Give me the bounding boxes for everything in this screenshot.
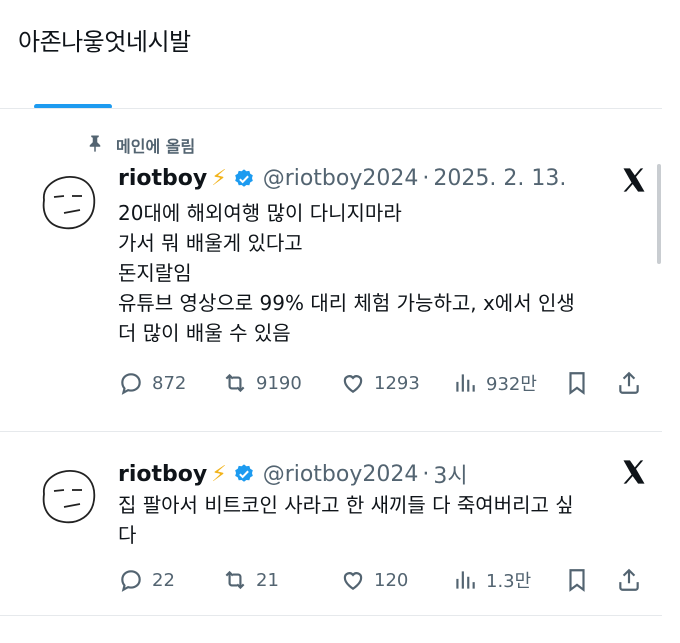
tweet-line: 다 bbox=[118, 523, 137, 547]
verified-badge-icon bbox=[234, 464, 253, 482]
views-button[interactable]: 932만 bbox=[452, 370, 564, 396]
like-count: 1293 bbox=[374, 372, 420, 394]
tweet-line: 더 많이 배울 수 있음 bbox=[118, 321, 291, 345]
share-button[interactable] bbox=[616, 370, 642, 396]
share-icon bbox=[619, 371, 639, 394]
reply-count: 872 bbox=[152, 372, 187, 394]
author-name[interactable]: riotboy bbox=[118, 462, 207, 487]
bookmark-icon bbox=[569, 372, 585, 395]
pin-icon bbox=[86, 134, 104, 156]
reply-count: 22 bbox=[152, 569, 175, 591]
author-name[interactable]: riotboy bbox=[118, 166, 207, 191]
avatar[interactable] bbox=[34, 464, 100, 530]
tweet-actions: 872 9190 1293 932만 bbox=[118, 370, 648, 396]
pinned-label: 메인에 올림 bbox=[86, 133, 195, 157]
retweet-icon bbox=[225, 373, 245, 393]
tweet-date[interactable]: 2025. 2. 13. bbox=[433, 166, 566, 191]
reply-icon bbox=[121, 373, 141, 395]
separator-dot: · bbox=[422, 166, 430, 191]
tab-divider bbox=[0, 108, 662, 109]
reply-icon bbox=[121, 570, 141, 592]
like-button[interactable]: 120 bbox=[340, 567, 452, 593]
tweet-divider bbox=[0, 431, 662, 432]
verified-badge-icon bbox=[234, 168, 253, 187]
like-count: 120 bbox=[374, 569, 409, 591]
reply-button[interactable]: 872 bbox=[118, 370, 222, 396]
bookmark-icon bbox=[569, 569, 585, 592]
tweet-text: 집 팔아서 비트코인 사라고 한 새끼들 다 죽여버리고 싶 다 bbox=[118, 490, 648, 550]
views-count: 932만 bbox=[486, 374, 537, 395]
lightning-emoji: ⚡ bbox=[211, 166, 227, 191]
lightning-emoji: ⚡ bbox=[211, 461, 227, 487]
author-handle[interactable]: @riotboy2024 bbox=[263, 462, 419, 487]
retweet-icon bbox=[225, 570, 245, 590]
share-icon bbox=[619, 568, 639, 591]
heart-icon bbox=[343, 375, 363, 393]
bookmark-button[interactable] bbox=[564, 567, 616, 593]
pinned-text: 메인에 올림 bbox=[116, 137, 196, 156]
page-title: 아존나웋엇네시발 bbox=[18, 28, 191, 56]
scrollbar[interactable] bbox=[657, 164, 661, 264]
retweet-count: 9190 bbox=[256, 372, 302, 394]
views-button[interactable]: 1.3만 bbox=[452, 567, 564, 593]
retweet-button[interactable]: 9190 bbox=[222, 370, 340, 396]
tweet-line: 20대에 해외여행 많이 다니지마라 bbox=[118, 201, 402, 225]
views-chart-icon bbox=[456, 571, 475, 589]
x-logo-icon bbox=[620, 458, 648, 486]
avatar[interactable] bbox=[34, 170, 100, 236]
tweet-text: 20대에 해외여행 많이 다니지마라 가서 뭐 배울게 있다고 돈지랄임 유튜브… bbox=[118, 198, 648, 348]
views-count: 1.3만 bbox=[486, 571, 532, 592]
like-button[interactable]: 1293 bbox=[340, 370, 452, 396]
views-chart-icon bbox=[456, 374, 475, 392]
heart-icon bbox=[343, 572, 363, 590]
tweet-actions: 22 21 120 1.3만 bbox=[118, 567, 648, 593]
tweet-line: 집 팔아서 비트코인 사라고 한 새끼들 다 죽여버리고 싶 bbox=[118, 493, 574, 517]
separator-dot: · bbox=[422, 461, 430, 487]
tweet-line: 가서 뭐 배울게 있다고 bbox=[118, 231, 303, 255]
tweet-line: 유튜브 영상으로 99% 대리 체험 가능하고, x에서 인생 bbox=[118, 291, 575, 315]
reply-button[interactable]: 22 bbox=[118, 567, 222, 593]
bookmark-button[interactable] bbox=[564, 370, 616, 396]
author-handle[interactable]: @riotboy2024 bbox=[263, 166, 419, 191]
x-logo-icon bbox=[620, 166, 648, 194]
tweet-date[interactable]: 3시 bbox=[433, 458, 467, 490]
share-button[interactable] bbox=[616, 567, 642, 593]
tweet-line: 돈지랄임 bbox=[118, 261, 192, 285]
tweet-divider bbox=[0, 615, 662, 616]
retweet-count: 21 bbox=[256, 569, 279, 591]
retweet-button[interactable]: 21 bbox=[222, 567, 340, 593]
